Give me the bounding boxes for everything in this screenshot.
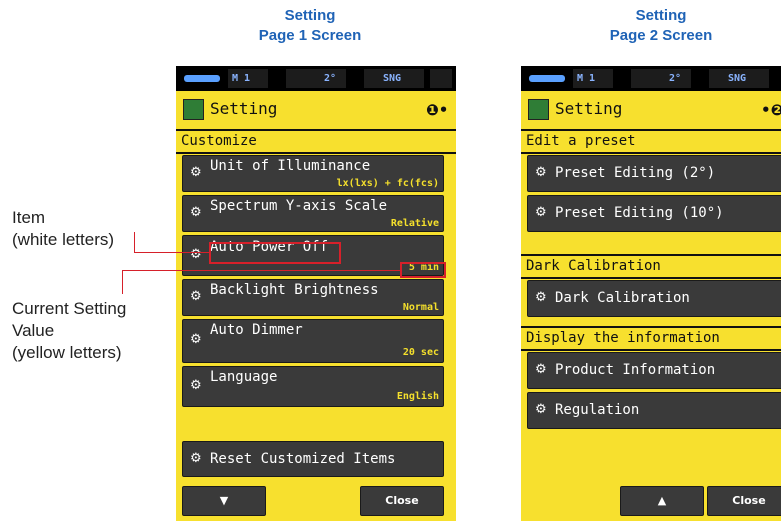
item-spectrum-y-axis-scale[interactable]: ⚙ Spectrum Y-axis Scale Relative [182, 195, 444, 232]
item-label: Preset Editing (2°) [555, 165, 716, 181]
item-dark-calibration[interactable]: ⚙ Dark Calibration [527, 280, 781, 317]
status-angle: 2° [324, 73, 337, 84]
page-down-button[interactable]: ▼ [182, 486, 266, 516]
setting-page2-screen: M 1 2° SNG Setting •❷ Edit a preset ⚙ Pr… [521, 66, 781, 521]
gear-icon: ⚙ [190, 332, 202, 347]
value-callout: Current Setting Value (yellow letters) [12, 298, 126, 364]
close-button[interactable]: Close [360, 486, 444, 516]
close-button[interactable]: Close [707, 486, 781, 516]
gear-icon: ⚙ [190, 289, 202, 304]
value-highlight-box [400, 262, 446, 278]
battery-icon [529, 75, 565, 82]
item-label: Language [210, 369, 278, 385]
item-value: lx(lxs) + fc(fcs) [336, 178, 439, 189]
item-callout-line1: Item [12, 208, 46, 227]
item-regulation[interactable]: ⚙ Regulation [527, 392, 781, 429]
item-preset-editing-10[interactable]: ⚙ Preset Editing (10°) [527, 195, 781, 232]
section-edit-a-preset: Edit a preset [526, 133, 636, 149]
page2-caption-line2: Page 2 Screen [609, 27, 713, 44]
reset-customized-items-button[interactable]: ⚙ Reset Customized Items [182, 441, 444, 477]
title-bar: Setting •❷ [521, 91, 781, 128]
divider [521, 277, 781, 279]
gear-icon: ⚙ [190, 378, 202, 393]
item-value: Normal [402, 302, 439, 313]
value-callout-line3: (yellow letters) [12, 343, 122, 362]
page-indicator: ❶• [426, 101, 449, 119]
item-value: 20 sec [402, 347, 439, 358]
gear-icon: ⚙ [535, 402, 547, 417]
item-callout-line2: (white letters) [12, 230, 115, 249]
status-angle: 2° [669, 73, 682, 84]
page-indicator: •❷ [761, 101, 781, 119]
divider [521, 349, 781, 351]
item-preset-editing-2[interactable]: ⚙ Preset Editing (2°) [527, 155, 781, 192]
gear-icon: ⚙ [190, 205, 202, 220]
item-callout-leader [134, 232, 135, 253]
page1-caption-line1: Setting [284, 7, 336, 24]
item-auto-dimmer[interactable]: ⚙ Auto Dimmer 20 sec [182, 319, 444, 363]
item-highlight-box [209, 242, 341, 264]
status-bar: M 1 2° SNG [176, 66, 456, 91]
status-channel: M 1 [577, 73, 596, 84]
gear-icon: ⚙ [535, 165, 547, 180]
page2-caption: Setting Page 2 Screen [581, 6, 741, 46]
section-dark-calibration: Dark Calibration [526, 258, 661, 274]
page2-caption-line1: Setting [635, 7, 687, 24]
setting-app-icon [183, 99, 204, 120]
page-title: Setting [210, 99, 278, 118]
divider [521, 254, 781, 256]
divider [176, 129, 456, 131]
item-label: Auto Dimmer [210, 322, 303, 338]
page-up-button[interactable]: ▲ [620, 486, 704, 516]
gear-icon: ⚙ [190, 247, 202, 262]
item-unit-of-illuminance[interactable]: ⚙ Unit of Illuminance lx(lxs) + fc(fcs) [182, 155, 444, 192]
battery-icon [184, 75, 220, 82]
item-label: Product Information [555, 362, 716, 378]
value-callout-line [122, 270, 400, 271]
setting-app-icon [528, 99, 549, 120]
reset-label: Reset Customized Items [210, 451, 396, 467]
item-value: English [396, 391, 439, 402]
item-label: Unit of Illuminance [210, 158, 371, 174]
section-customize: Customize [181, 133, 257, 149]
item-language[interactable]: ⚙ Language English [182, 366, 444, 407]
gear-icon: ⚙ [190, 451, 202, 466]
value-callout-line2: Value [12, 321, 55, 340]
section-display-the-information: Display the information [526, 330, 720, 346]
divider [521, 152, 781, 154]
page1-caption: Setting Page 1 Screen [230, 6, 390, 46]
value-callout-line1: Current Setting [12, 299, 127, 318]
item-label: Spectrum Y-axis Scale [210, 198, 388, 214]
gear-icon: ⚙ [190, 165, 202, 180]
page1-caption-line2: Page 1 Screen [258, 27, 362, 44]
title-bar: Setting ❶• [176, 91, 456, 128]
divider [176, 152, 456, 154]
page-title: Setting [555, 99, 623, 118]
gear-icon: ⚙ [535, 290, 547, 305]
item-product-information[interactable]: ⚙ Product Information [527, 352, 781, 389]
value-callout-leader [122, 270, 123, 294]
item-callout-line [134, 252, 210, 253]
gear-icon: ⚙ [535, 205, 547, 220]
status-bar: M 1 2° SNG [521, 66, 781, 91]
divider [521, 129, 781, 131]
item-backlight-brightness[interactable]: ⚙ Backlight Brightness Normal [182, 279, 444, 316]
item-value: Relative [390, 218, 439, 229]
divider [521, 326, 781, 328]
item-label: Backlight Brightness [210, 282, 379, 298]
item-callout: Item (white letters) [12, 207, 114, 251]
status-channel: M 1 [232, 73, 251, 84]
item-label: Dark Calibration [555, 290, 690, 306]
setting-page1-screen: M 1 2° SNG Setting ❶• Customize ⚙ Unit o… [176, 66, 456, 521]
gear-icon: ⚙ [535, 362, 547, 377]
status-mode: SNG [728, 73, 747, 84]
item-label: Regulation [555, 402, 640, 418]
status-mode: SNG [383, 73, 402, 84]
item-label: Preset Editing (10°) [555, 205, 724, 221]
